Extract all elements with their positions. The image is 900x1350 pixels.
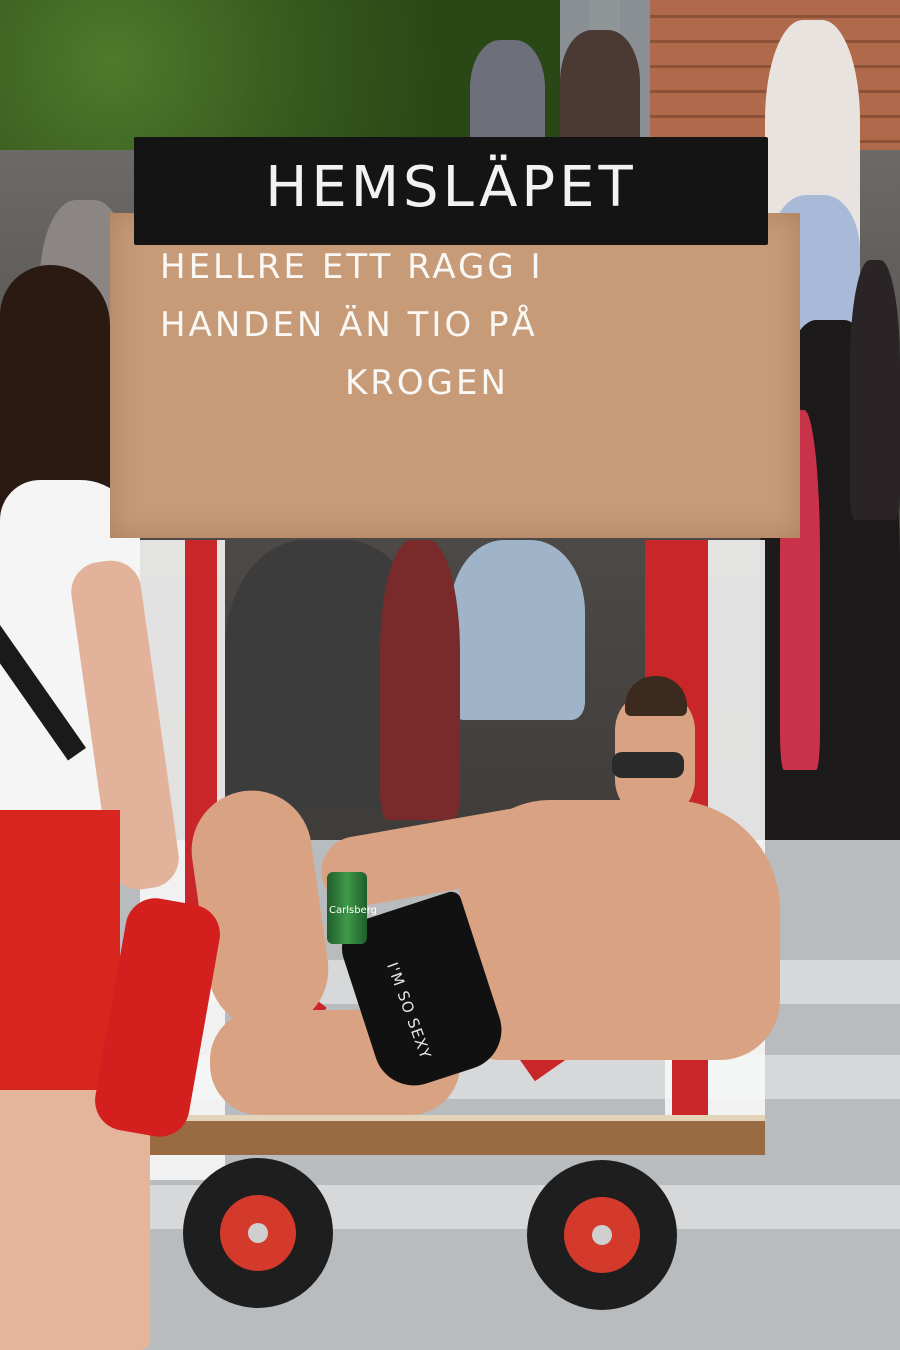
can-label: Carlsberg: [329, 905, 377, 916]
cart-wheel: [183, 1158, 333, 1308]
cart-wheel: [527, 1160, 677, 1310]
spectator: [450, 540, 585, 720]
sign-line: HELLRE ETT RAGG I: [160, 247, 544, 287]
cart-deck: [100, 1115, 765, 1155]
spectator: [380, 540, 460, 820]
sign-line: HANDEN ÄN TIO PÅ: [160, 305, 538, 345]
photo-scene: I'M SO SEXY Carlsberg HEMSLÄPET HELLRE E…: [0, 0, 900, 1350]
sunglasses: [612, 752, 684, 778]
wheel-hub: [564, 1197, 640, 1273]
sign-message: HELLRE ETT RAGG I HANDEN ÄN TIO PÅ KROGE…: [160, 238, 740, 412]
spectator: [850, 260, 900, 520]
wheel-hub: [220, 1195, 296, 1271]
sign-title: HEMSLÄPET: [265, 155, 637, 220]
sign-line: KROGEN: [345, 363, 509, 403]
cart-pole-mid: [645, 540, 673, 680]
